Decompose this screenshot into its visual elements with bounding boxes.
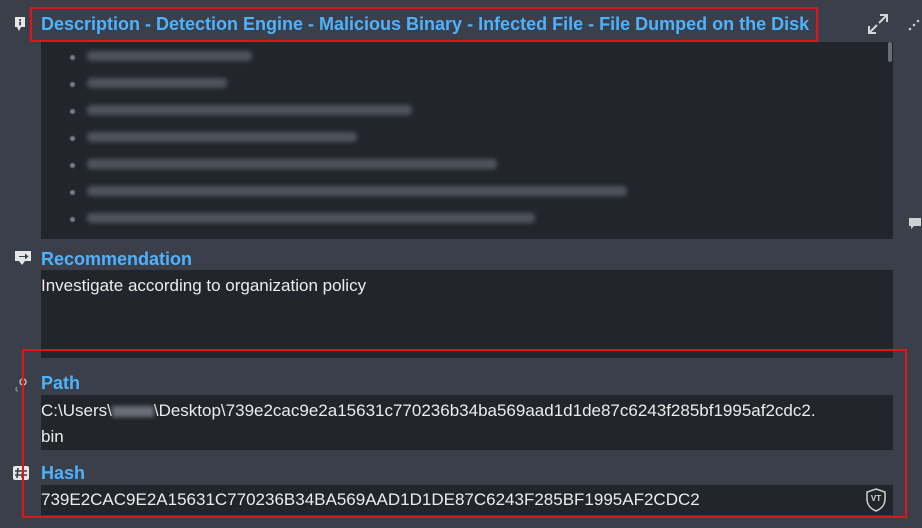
description-title: Description - Detection Engine - Malicio… [41, 14, 810, 34]
redacted-line [87, 51, 252, 61]
list-bullet [70, 109, 75, 114]
recommendation-icon [14, 250, 32, 269]
recommendation-text: Investigate according to organization po… [41, 276, 367, 295]
redacted-line [87, 78, 227, 88]
list-bullet [70, 55, 75, 60]
comment-icon[interactable] [908, 217, 922, 236]
hash-title: Hash [41, 463, 86, 483]
virustotal-button[interactable]: VT [863, 487, 889, 513]
hash-panel: 739E2CAC9E2A15631C770236B34BA569AAD1D1DE… [41, 485, 893, 515]
virustotal-label: VT [870, 494, 882, 503]
link-icon [14, 378, 28, 399]
redacted-line [87, 105, 412, 115]
redacted-line [87, 186, 627, 196]
list-bullet [70, 190, 75, 195]
list-bullet [70, 217, 75, 222]
redacted-username [111, 406, 154, 418]
redacted-line [87, 132, 357, 142]
info-icon [13, 16, 27, 35]
hash-icon [12, 465, 30, 486]
path-panel: C:\Users\ \Desktop\739e2cac9e2a15631c7702… [41, 395, 893, 450]
path-suffix: \Desktop\739e2cac9e2a15631c770236b34ba56… [153, 401, 816, 420]
more-dots-icon[interactable] [908, 18, 920, 36]
path-title: Path [41, 373, 81, 393]
hash-value: 739E2CAC9E2A15631C770236B34BA569AAD1D1DE… [41, 490, 700, 509]
path-prefix: C:\Users\ [41, 401, 112, 420]
redacted-line [87, 213, 535, 223]
recommendation-panel: Investigate according to organization po… [41, 270, 893, 358]
path-value-line2: bin [41, 427, 64, 446]
description-panel [41, 42, 893, 239]
list-bullet [70, 163, 75, 168]
scrollbar[interactable] [888, 42, 892, 62]
path-value: C:\Users\ \Desktop\739e2cac9e2a15631c7702… [41, 401, 816, 421]
recommendation-title: Recommendation [41, 249, 193, 269]
list-bullet [70, 136, 75, 141]
expand-icon[interactable] [866, 12, 890, 41]
redacted-line [87, 159, 497, 169]
list-bullet [70, 82, 75, 87]
